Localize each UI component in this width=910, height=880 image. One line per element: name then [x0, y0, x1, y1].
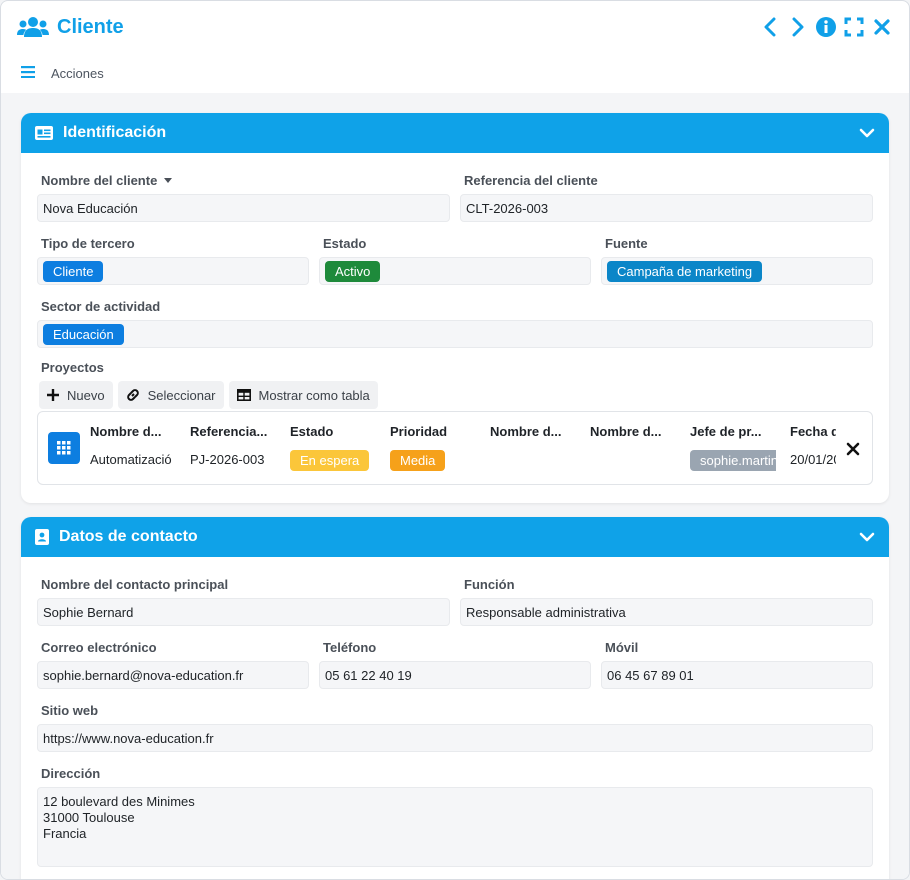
grid-cell: [590, 452, 690, 472]
fuente-label: Fuente: [605, 236, 648, 251]
mostrar-tabla-button[interactable]: Mostrar como tabla: [228, 381, 378, 409]
jefe-pill: sophie.martin: [690, 450, 776, 471]
funcion-label: Función: [464, 577, 515, 592]
client-window: Cliente Acciones Identificación Nombre d…: [0, 0, 910, 880]
previous-button[interactable]: [759, 16, 781, 38]
next-button[interactable]: [787, 16, 809, 38]
seleccionar-button[interactable]: Seleccionar: [117, 381, 224, 409]
identificacion-body: Nombre del cliente Nova Educación Refere…: [21, 153, 889, 503]
sector-field[interactable]: Educación: [37, 320, 873, 348]
grid-col-estado[interactable]: Estado En espera: [290, 424, 390, 472]
fuente-tag: Campaña de marketing: [607, 260, 763, 282]
contacto-header[interactable]: Datos de contacto: [21, 517, 889, 557]
contacto-nombre-field[interactable]: Sophie Bernard: [37, 598, 450, 626]
estado-pill: En espera: [290, 450, 370, 471]
contacto-panel: Datos de contacto Nombre del contacto pr…: [21, 517, 889, 879]
title-bar: Cliente: [1, 1, 909, 53]
nuevo-button[interactable]: Nuevo: [39, 381, 113, 409]
window-title: Cliente: [57, 15, 124, 38]
web-label: Sitio web: [41, 703, 99, 718]
proyectos-label: Proyectos: [41, 360, 104, 375]
prioridad-pill: Media: [390, 450, 446, 471]
grid-cell: [490, 452, 590, 472]
grid-col-nombre-3[interactable]: Nombre d...: [590, 424, 690, 472]
users-icon: [17, 15, 49, 39]
chevron-left-icon: [764, 17, 776, 37]
grid-header[interactable]: Estado: [290, 424, 390, 442]
close-icon: [846, 442, 860, 456]
identificacion-header[interactable]: Identificación: [21, 113, 889, 153]
contacto-title: Datos de contacto: [59, 528, 198, 545]
plus-icon: [47, 389, 59, 401]
grid-header[interactable]: Referencia...: [190, 424, 290, 442]
identificacion-panel: Identificación Nombre del cliente Nova E…: [21, 113, 889, 503]
grid-col-prioridad[interactable]: Prioridad Media: [390, 424, 490, 472]
info-button[interactable]: [815, 16, 837, 38]
chevron-down-icon[interactable]: [859, 530, 875, 545]
caret-down-icon: [164, 177, 173, 183]
actions-bar: Acciones: [1, 53, 909, 93]
actions-label[interactable]: Acciones: [51, 66, 104, 81]
direccion-field[interactable]: 12 boulevard des Minimes 31000 Toulouse …: [37, 787, 873, 867]
close-button[interactable]: [871, 16, 893, 38]
grid-cell: 20/01/2026: [790, 452, 836, 467]
title-actions: [759, 16, 893, 38]
estado-label: Estado: [323, 236, 367, 251]
movil-label: Móvil: [605, 640, 639, 655]
close-icon: [874, 19, 890, 35]
grid-header[interactable]: Nombre d...: [490, 424, 590, 442]
nombre-cliente-field[interactable]: Nova Educación: [37, 194, 450, 222]
estado-field[interactable]: Activo: [319, 257, 591, 285]
grid-col-nombre[interactable]: Nombre d... Automatizació: [90, 424, 190, 472]
referencia-cliente-label: Referencia del cliente: [464, 173, 598, 188]
grid-header[interactable]: Fecha de: [790, 424, 836, 442]
fuente-field[interactable]: Campaña de marketing: [601, 257, 873, 285]
tipo-tercero-label: Tipo de tercero: [41, 236, 135, 251]
contacto-body: Nombre del contacto principal Sophie Ber…: [21, 557, 889, 879]
direccion-label: Dirección: [41, 766, 101, 781]
grid-cell: PJ-2026-003: [190, 452, 265, 467]
chevron-right-icon: [792, 17, 804, 37]
grid-col-jefe[interactable]: Jefe de pr... sophie.martin: [690, 424, 790, 472]
grid-header[interactable]: Jefe de pr...: [690, 424, 790, 442]
id-card-icon: [35, 126, 53, 140]
info-icon: [816, 17, 836, 37]
telefono-label: Teléfono: [323, 640, 377, 655]
proyectos-toolbar: Nuevo Seleccionar Mostrar como tabla: [39, 381, 873, 409]
web-field[interactable]: https://www.nova-education.fr: [37, 724, 873, 752]
grid-cell: Automatizació: [90, 452, 172, 467]
grid-icon[interactable]: [48, 432, 80, 464]
grid-col-nombre-2[interactable]: Nombre d...: [490, 424, 590, 472]
telefono-field[interactable]: 05 61 22 40 19: [319, 661, 591, 689]
grid-header[interactable]: Nombre d...: [590, 424, 690, 442]
table-icon: [236, 389, 251, 401]
funcion-field[interactable]: Responsable administrativa: [460, 598, 873, 626]
tipo-tercero-tag: Cliente: [43, 260, 104, 282]
remove-row-button[interactable]: [846, 442, 862, 458]
grid-header[interactable]: Nombre d...: [90, 424, 190, 442]
identificacion-title: Identificación: [63, 124, 167, 141]
correo-label: Correo electrónico: [41, 640, 157, 655]
sector-label: Sector de actividad: [41, 299, 161, 314]
maximize-button[interactable]: [843, 16, 865, 38]
hamburger-icon: [21, 65, 35, 78]
chevron-down-icon[interactable]: [859, 126, 875, 141]
nombre-cliente-label: Nombre del cliente: [41, 173, 450, 188]
movil-field[interactable]: 06 45 67 89 01: [601, 661, 873, 689]
grid-col-referencia[interactable]: Referencia... PJ-2026-003: [190, 424, 290, 472]
tipo-tercero-field[interactable]: Cliente: [37, 257, 309, 285]
contacto-nombre-label: Nombre del contacto principal: [41, 577, 229, 592]
correo-field[interactable]: sophie.bernard@nova-education.fr: [37, 661, 309, 689]
sector-tag: Educación: [43, 323, 124, 345]
contact-book-icon: [35, 529, 49, 545]
menu-button[interactable]: [21, 65, 35, 81]
link-icon: [126, 389, 139, 401]
grid-col-fecha[interactable]: Fecha de 20/01/2026: [790, 424, 836, 472]
referencia-cliente-field[interactable]: CLT-2026-003: [460, 194, 873, 222]
grid-header[interactable]: Prioridad: [390, 424, 490, 442]
proyectos-grid: Nombre d... Automatizació Referencia... …: [37, 411, 873, 485]
estado-tag: Activo: [325, 260, 381, 282]
form-content: Identificación Nombre del cliente Nova E…: [1, 93, 909, 879]
expand-icon: [844, 17, 864, 37]
